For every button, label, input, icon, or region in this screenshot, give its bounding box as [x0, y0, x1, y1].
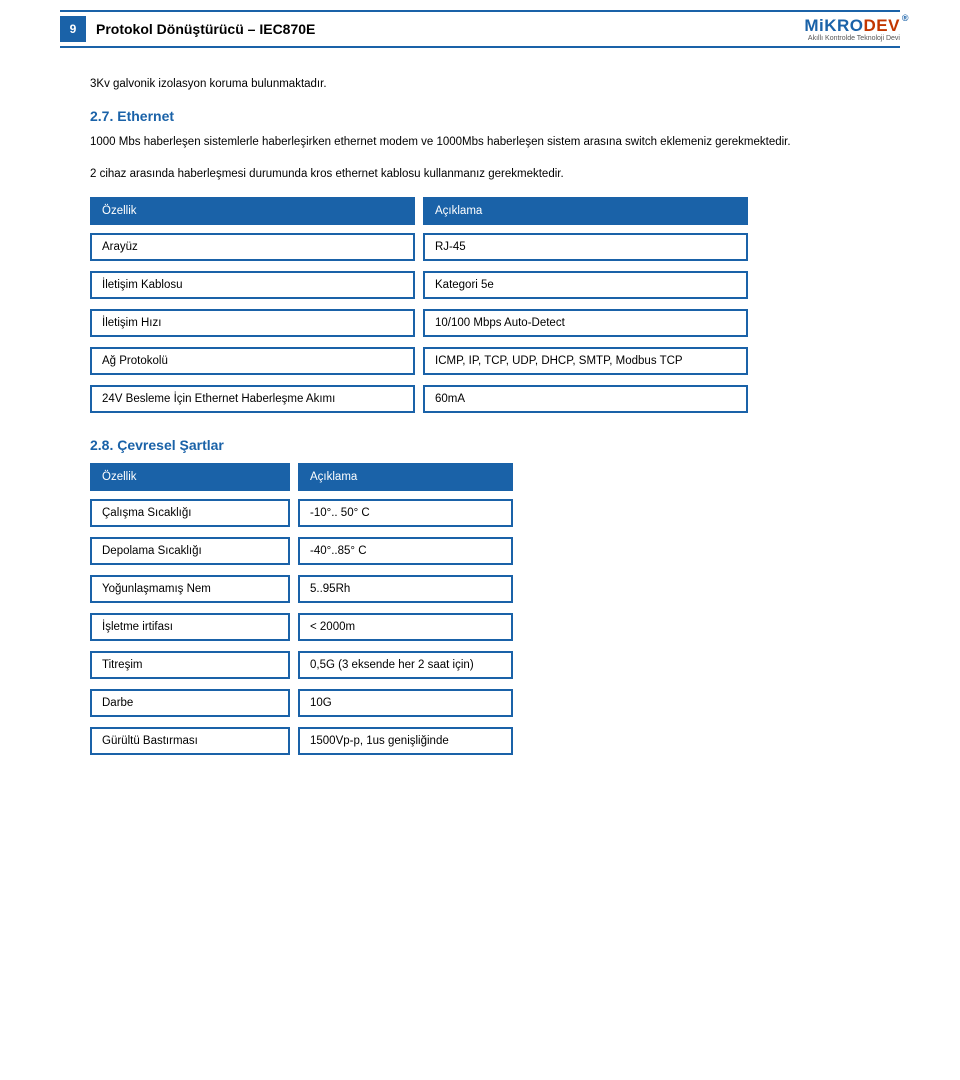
table-row: Gürültü Bastırması 1500Vp-p, 1us genişli… [90, 727, 900, 755]
table-row: İletişim Kablosu Kategori 5e [90, 271, 900, 299]
table-2-8-header: Özellik Açıklama [90, 463, 900, 491]
table-row: Depolama Sıcaklığı -40°..85° C [90, 537, 900, 565]
th-description: Açıklama [423, 197, 748, 225]
table-row: Yoğunlaşmamış Nem 5..95Rh [90, 575, 900, 603]
logo-tagline: Akıllı Kontrolde Teknoloji Devi [804, 35, 900, 42]
section-2-8-title: 2.8. Çevresel Şartlar [90, 437, 900, 453]
td-feature: Yoğunlaşmamış Nem [90, 575, 290, 603]
td-feature: İşletme irtifası [90, 613, 290, 641]
td-description: 1500Vp-p, 1us genişliğinde [298, 727, 513, 755]
td-feature: İletişim Kablosu [90, 271, 415, 299]
td-feature: 24V Besleme İçin Ethernet Haberleşme Akı… [90, 385, 415, 413]
registered-mark-icon: ® [902, 13, 909, 23]
table-row: Darbe 10G [90, 689, 900, 717]
table-row: 24V Besleme İçin Ethernet Haberleşme Akı… [90, 385, 900, 413]
table-row: Titreşim 0,5G (3 eksende her 2 saat için… [90, 651, 900, 679]
document-title: Protokol Dönüştürücü – IEC870E [96, 21, 315, 37]
intro-text: 3Kv galvonik izolasyon koruma bulunmakta… [90, 76, 900, 94]
td-description: 10/100 Mbps Auto-Detect [423, 309, 748, 337]
table-row: İletişim Hızı 10/100 Mbps Auto-Detect [90, 309, 900, 337]
content: 3Kv galvonik izolasyon koruma bulunmakta… [60, 76, 900, 755]
table-row: İşletme irtifası < 2000m [90, 613, 900, 641]
td-feature: Titreşim [90, 651, 290, 679]
td-description: 5..95Rh [298, 575, 513, 603]
header-left: 9 Protokol Dönüştürücü – IEC870E [60, 16, 315, 42]
brand-logo: MiKRODEV® Akıllı Kontrolde Teknoloji Dev… [804, 16, 900, 42]
th-feature: Özellik [90, 463, 290, 491]
section-2-7-title: 2.7. Ethernet [90, 108, 900, 124]
page-number-badge: 9 [60, 16, 86, 42]
header-bar: 9 Protokol Dönüştürücü – IEC870E MiKRODE… [60, 10, 900, 48]
page: 9 Protokol Dönüştürücü – IEC870E MiKRODE… [0, 0, 960, 809]
section-2-7-p1: 1000 Mbs haberleşen sistemlerle haberleş… [90, 134, 900, 152]
section-2-7-p2: 2 cihaz arasında haberleşmesi durumunda … [90, 166, 900, 184]
table-2-7-header: Özellik Açıklama [90, 197, 900, 225]
table-2-8-body: Çalışma Sıcaklığı -10°.. 50° C Depolama … [90, 499, 900, 755]
td-description: 0,5G (3 eksende her 2 saat için) [298, 651, 513, 679]
td-description: -10°.. 50° C [298, 499, 513, 527]
table-row: Çalışma Sıcaklığı -10°.. 50° C [90, 499, 900, 527]
th-description: Açıklama [298, 463, 513, 491]
td-feature: Arayüz [90, 233, 415, 261]
td-feature: Ağ Protokolü [90, 347, 415, 375]
td-description: 10G [298, 689, 513, 717]
td-description: < 2000m [298, 613, 513, 641]
td-feature: Gürültü Bastırması [90, 727, 290, 755]
td-feature: Depolama Sıcaklığı [90, 537, 290, 565]
td-description: ICMP, IP, TCP, UDP, DHCP, SMTP, Modbus T… [423, 347, 748, 375]
td-description: -40°..85° C [298, 537, 513, 565]
table-2-7-body: Arayüz RJ-45 İletişim Kablosu Kategori 5… [90, 233, 900, 413]
logo-part-left: MiKRO [804, 16, 863, 35]
th-feature: Özellik [90, 197, 415, 225]
td-description: RJ-45 [423, 233, 748, 261]
td-feature: Çalışma Sıcaklığı [90, 499, 290, 527]
td-feature: Darbe [90, 689, 290, 717]
td-description: Kategori 5e [423, 271, 748, 299]
td-feature: İletişim Hızı [90, 309, 415, 337]
table-row: Arayüz RJ-45 [90, 233, 900, 261]
td-description: 60mA [423, 385, 748, 413]
table-row: Ağ Protokolü ICMP, IP, TCP, UDP, DHCP, S… [90, 347, 900, 375]
logo-part-right: DEV [864, 16, 900, 35]
logo-text: MiKRODEV® [804, 16, 900, 36]
